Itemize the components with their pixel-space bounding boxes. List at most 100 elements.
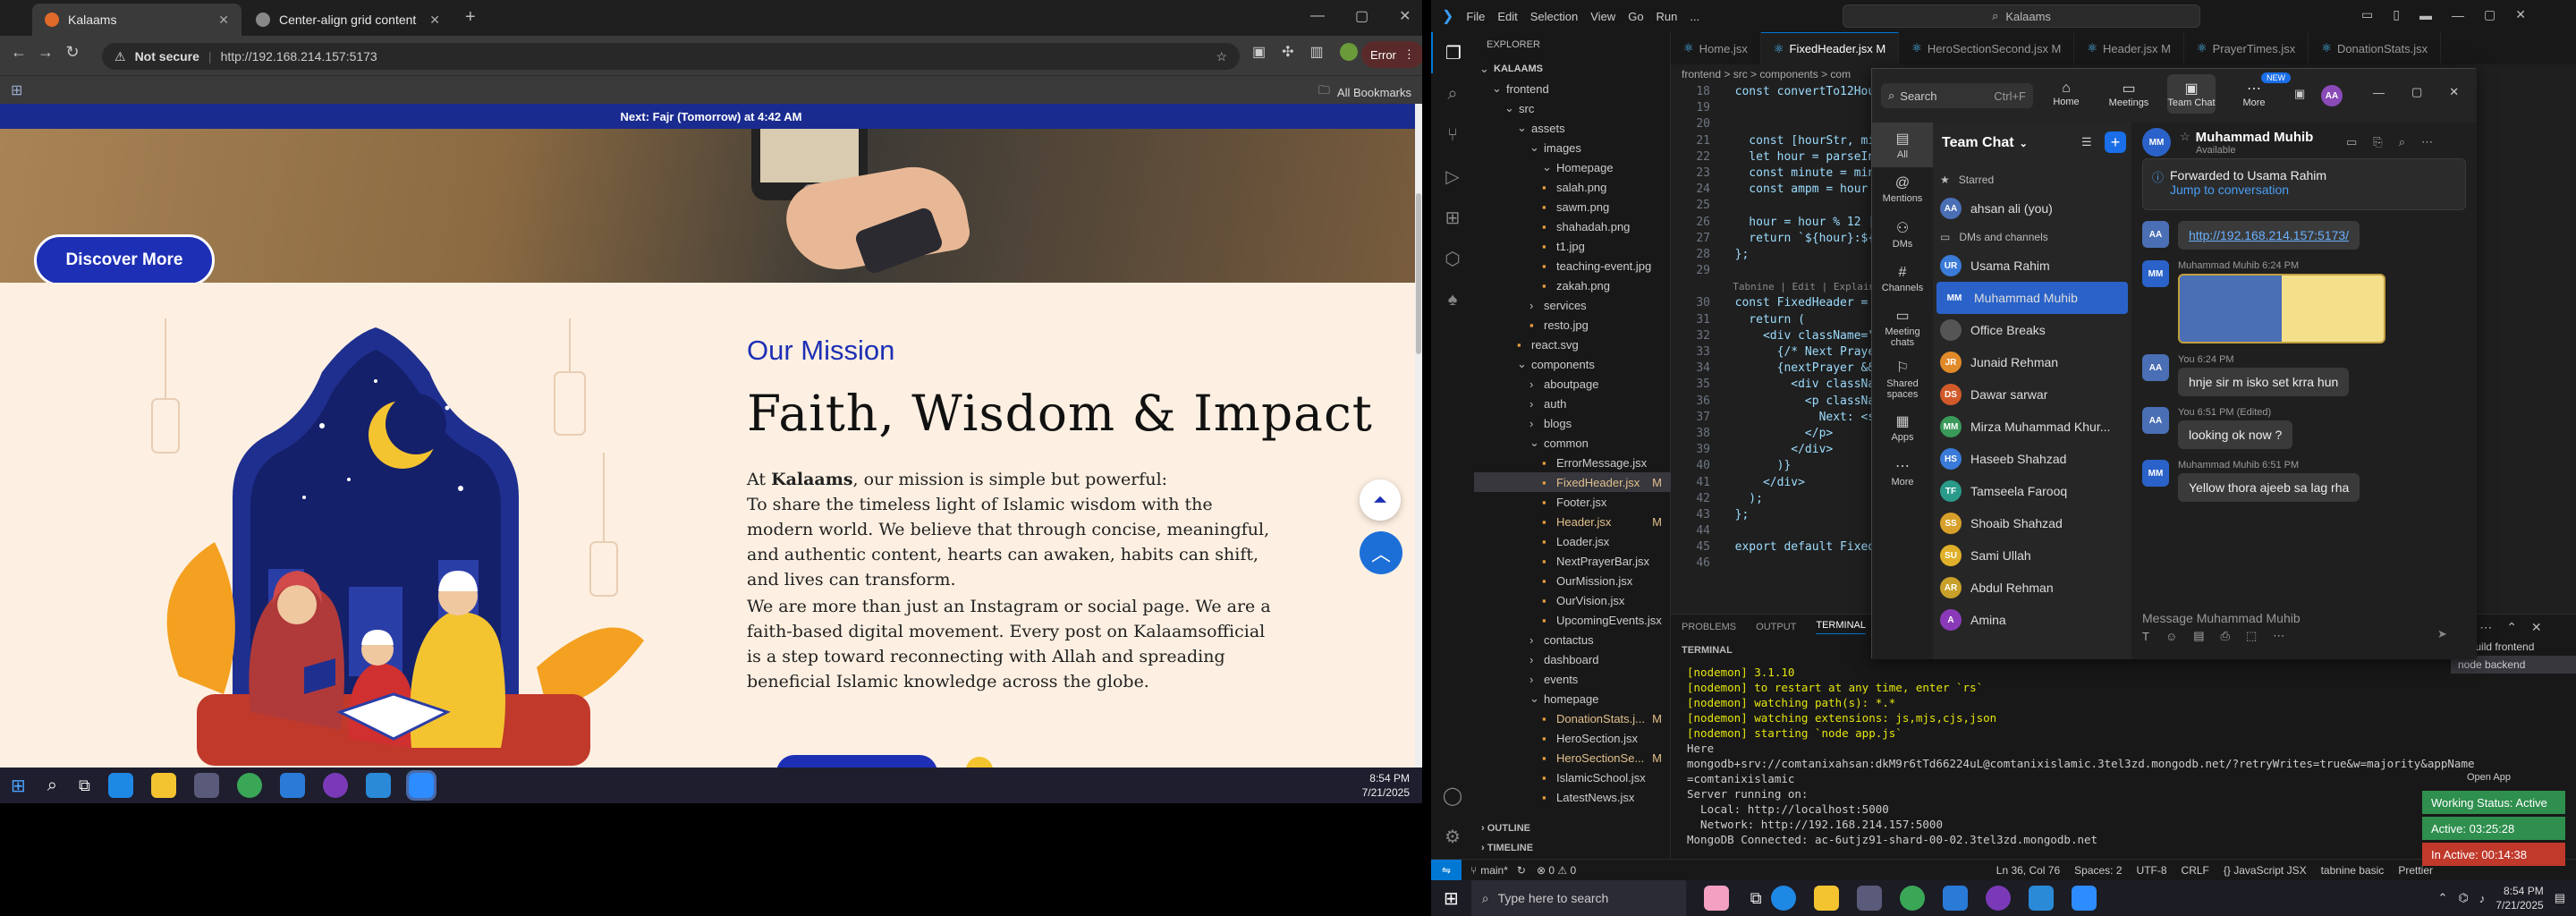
vscode-icon[interactable] (365, 773, 391, 798)
rail-dms[interactable]: ⚇ DMs (1872, 212, 1933, 257)
file-explorer-icon[interactable] (1813, 886, 1839, 911)
scroll-top-button[interactable]: ⏶ (1360, 479, 1401, 521)
volume-icon[interactable]: ♪ (2479, 892, 2486, 905)
close-icon[interactable]: ✕ (218, 13, 229, 28)
chat-contact[interactable]: MM Mirza Muhammad Khur... (1933, 411, 2131, 443)
account-icon[interactable]: ◯ (1431, 775, 1474, 816)
partial-button[interactable] (776, 755, 937, 768)
reload-icon[interactable]: ↻ (59, 43, 86, 62)
maximize-panel-icon[interactable]: ⌃ (2506, 620, 2517, 635)
maximize-icon[interactable]: ▢ (1355, 7, 1368, 25)
sidebar-toggle-icon[interactable]: ▯ (2393, 7, 2400, 22)
source-control-icon[interactable]: ⑂ (1431, 114, 1474, 156)
tree-file[interactable]: ▪ OurVision.jsx (1474, 590, 1671, 610)
video-call-icon[interactable]: ▭ (2346, 135, 2357, 149)
zoom-icon[interactable] (405, 770, 436, 801)
whiteboard-icon[interactable]: ▣ (2294, 87, 2305, 101)
network-icon[interactable]: ⌬ (2458, 891, 2468, 905)
tree-folder[interactable]: ⌄ images (1474, 138, 1671, 157)
problems-count[interactable]: ⊗ 0 ⚠ 0 (1537, 864, 1576, 877)
forward-icon[interactable]: → (32, 43, 59, 62)
rail-meeting-chats[interactable]: ▭ Meeting chats (1872, 301, 1933, 353)
language-mode[interactable]: {} JavaScript JSX (2224, 864, 2307, 877)
edge-icon[interactable] (107, 773, 133, 798)
chat-contact[interactable]: DS Dawar sarwar (1933, 378, 2131, 411)
chat-contact[interactable]: JR Junaid Rehman (1933, 346, 2131, 378)
rail-all[interactable]: ▤ All (1872, 123, 1933, 167)
file-explorer-icon[interactable] (150, 773, 176, 798)
remote-icon[interactable]: ⬡ (1431, 238, 1474, 279)
chat-contact[interactable]: SU Sami Ullah (1933, 539, 2131, 572)
vscode-icon[interactable] (2028, 886, 2054, 911)
tree-folder[interactable]: ⌄ frontend (1474, 79, 1671, 98)
maximize-icon[interactable]: ▢ (2484, 7, 2496, 22)
tree-file[interactable]: ▪ salah.png (1474, 177, 1671, 197)
search-icon[interactable]: ⌕ (47, 776, 57, 796)
editor-tab[interactable]: ⚛ Header.jsx M (2074, 32, 2184, 64)
panel-tab[interactable]: OUTPUT (1756, 622, 1796, 632)
profile-avatar[interactable] (1339, 43, 1358, 61)
zoom-nav-meetings[interactable]: ▭ Meetings (2105, 74, 2153, 114)
team-chat-title[interactable]: Team Chat ⌄ (1942, 135, 2028, 151)
tree-file[interactable]: ▪ IslamicSchool.jsx (1474, 768, 1671, 787)
open-app-label[interactable]: Open App (2467, 772, 2511, 783)
minimize-icon[interactable]: — (1310, 8, 1325, 24)
store-icon[interactable] (193, 773, 219, 798)
message-link[interactable]: http://192.168.214.157:5173/ (2178, 221, 2360, 250)
panel-tab[interactable]: TERMINAL (1816, 620, 1866, 634)
section-header[interactable]: ★ Starred (1933, 167, 2131, 192)
zoom-nav-team-chat[interactable]: ▣ Team Chat (2167, 74, 2216, 114)
panel-toggle-icon[interactable]: ▬ (2419, 8, 2432, 22)
chevron-up-icon[interactable]: ⌃ (2438, 891, 2448, 905)
message-input[interactable]: Message Muhammad Muhib (2142, 611, 2301, 625)
error-button[interactable]: Error ⋮ (1361, 41, 1422, 68)
tree-folder[interactable]: › auth (1474, 394, 1671, 413)
chat-contact[interactable]: TF Tamseela Farooq (1933, 475, 2131, 507)
mongodb-icon[interactable]: ♠ (1431, 279, 1474, 320)
minimize-icon[interactable]: — (2452, 8, 2464, 22)
tree-folder[interactable]: ⌄ KALAAMS (1474, 59, 1671, 79)
indentation[interactable]: Spaces: 2 (2074, 864, 2122, 877)
sync-icon[interactable]: ↻ (1517, 864, 1526, 877)
apps-grid-icon[interactable]: ⊞ (11, 81, 22, 99)
screenshot-icon[interactable]: ⬚ (2246, 629, 2257, 643)
chat-contact[interactable]: SS Shoaib Shahzad (1933, 507, 2131, 539)
left-clock[interactable]: 8:54 PM 7/21/2025 (1362, 771, 1410, 800)
new-tab-icon[interactable]: + (465, 7, 476, 28)
more-tools-icon[interactable]: ⋯ (2273, 629, 2284, 643)
tree-file[interactable]: ▪ Header.jsx M (1474, 512, 1671, 531)
git-branch[interactable]: main* (1480, 864, 1508, 877)
bookmark-star-icon[interactable]: ☆ (1216, 49, 1227, 64)
rail-shared-spaces[interactable]: ⚐ Shared spaces (1872, 353, 1933, 405)
chat-contact[interactable]: AA ahsan ali (you) (1933, 192, 2131, 225)
minimize-icon[interactable]: — (2373, 86, 2385, 99)
encoding[interactable]: UTF-8 (2137, 864, 2167, 877)
user-avatar[interactable]: AA (2321, 85, 2343, 106)
layout-icon[interactable]: ▭ (2361, 7, 2373, 22)
edge-icon[interactable] (1770, 886, 1796, 911)
right-clock[interactable]: 8:54 PM 7/21/2025 (2496, 884, 2543, 912)
close-icon[interactable]: ✕ (2449, 85, 2459, 99)
not-secure-label[interactable]: Not secure (135, 49, 199, 64)
run-debug-icon[interactable]: ▷ (1431, 156, 1474, 197)
url-text[interactable]: http://192.168.214.157:5173 (221, 49, 1208, 64)
editor-tab[interactable]: ⚛ Home.jsx (1671, 32, 1761, 64)
tree-file[interactable]: ▪ Footer.jsx (1474, 492, 1671, 512)
chrome-icon[interactable] (1899, 886, 1925, 911)
attach-file-icon[interactable]: ⎙ (2221, 629, 2230, 643)
chat-avatar[interactable]: MM (2142, 128, 2171, 157)
tree-folder[interactable]: ⌄ assets (1474, 118, 1671, 138)
windows-start-icon[interactable]: ⊞ (11, 775, 26, 797)
tree-folder[interactable]: ⌄ components (1474, 354, 1671, 374)
tree-folder[interactable]: › blogs (1474, 413, 1671, 433)
cursor-position[interactable]: Ln 36, Col 76 (1996, 864, 2060, 877)
filter-icon[interactable]: ☰ (2081, 135, 2092, 149)
maximize-icon[interactable]: ▢ (2411, 85, 2422, 99)
discover-more-button[interactable]: Discover More (34, 234, 215, 286)
more-icon[interactable]: ⋯ (2479, 620, 2492, 635)
tree-file[interactable]: ▪ NextPrayerBar.jsx (1474, 551, 1671, 571)
zoom-icon[interactable] (2071, 886, 2097, 911)
tree-file[interactable]: ▪ teaching-event.jpg (1474, 256, 1671, 276)
taskbar-search-box[interactable]: ⌕ Type here to search (1470, 880, 1686, 916)
app-icon[interactable] (279, 773, 305, 798)
